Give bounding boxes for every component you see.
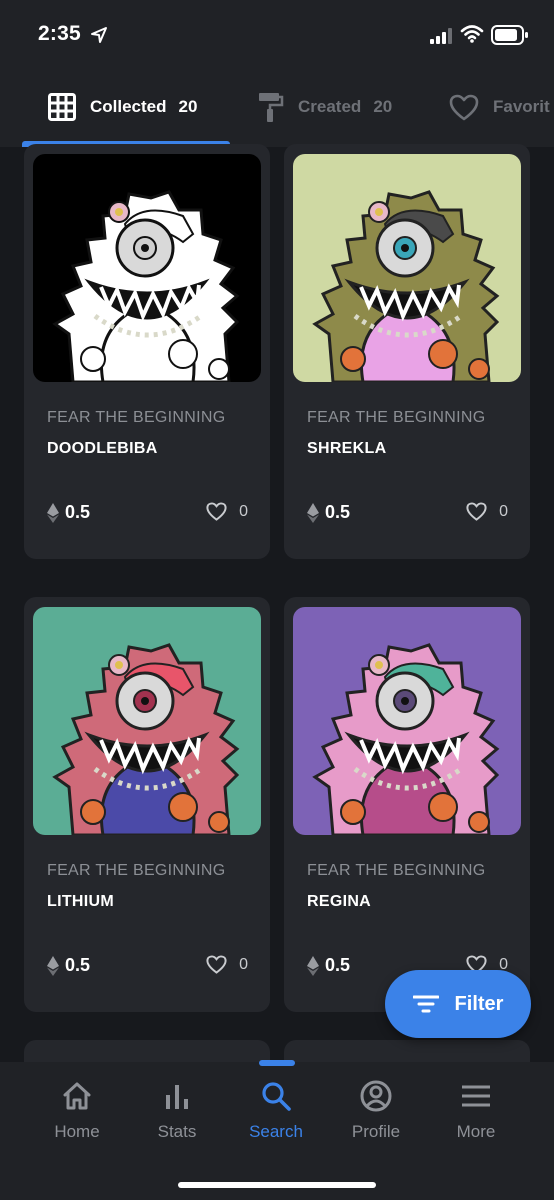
nft-card[interactable]: FEAR THE BEGINNING SHREKLA 0.5 0 xyxy=(284,144,530,559)
nav-more-label: More xyxy=(456,1122,496,1141)
status-time: 2:35 xyxy=(38,22,81,45)
nav-search[interactable]: Search xyxy=(231,1076,321,1146)
search-icon xyxy=(262,1082,291,1111)
nft-card[interactable]: FEAR THE BEGINNING DOODLEBIBA 0.5 0 xyxy=(24,144,270,559)
price-value: 0.5 xyxy=(325,502,351,522)
status-bar: 2:35 xyxy=(0,0,554,70)
nft-image xyxy=(293,607,521,835)
ethereum-icon xyxy=(307,955,319,976)
heart-icon xyxy=(466,502,487,521)
nft-name: SHREKLA xyxy=(307,440,387,457)
nav-stats-label: Stats xyxy=(157,1122,197,1141)
collection-name: FEAR THE BEGINNING xyxy=(307,862,486,879)
nav-more[interactable]: More xyxy=(431,1076,521,1146)
nft-image xyxy=(33,607,261,835)
monster-illustration xyxy=(33,607,261,835)
like-count: 0 xyxy=(499,502,508,520)
collection-name: FEAR THE BEGINNING xyxy=(47,409,226,426)
home-indicator xyxy=(178,1182,376,1188)
ethereum-icon xyxy=(47,502,59,523)
nft-name: DOODLEBIBA xyxy=(47,440,158,457)
nft-name: LITHIUM xyxy=(47,893,114,910)
tab-favorites-label: Favorit xyxy=(493,97,550,116)
heart-icon xyxy=(449,94,479,120)
collection-tabs: Collected 20 Created 20 Favorit xyxy=(0,70,554,147)
monster-illustration xyxy=(293,607,521,835)
profile-icon xyxy=(360,1080,392,1112)
wifi-icon xyxy=(460,25,484,43)
nav-stats[interactable]: Stats xyxy=(132,1076,222,1146)
nav-home-label: Home xyxy=(54,1122,100,1141)
nft-image xyxy=(33,154,261,382)
nft-card[interactable]: FEAR THE BEGINNING LITHIUM 0.5 0 xyxy=(24,597,270,1012)
cellular-signal-icon xyxy=(430,28,452,44)
like-button[interactable]: 0 xyxy=(206,502,248,521)
price-value: 0.5 xyxy=(325,955,351,975)
like-button[interactable]: 0 xyxy=(206,955,248,974)
price: 0.5 xyxy=(307,502,350,523)
price: 0.5 xyxy=(47,502,90,523)
ethereum-icon xyxy=(47,955,59,976)
grid-icon xyxy=(48,93,76,121)
like-count: 0 xyxy=(239,955,248,973)
location-arrow-icon xyxy=(91,27,107,43)
price: 0.5 xyxy=(307,955,350,976)
nav-search-label: Search xyxy=(249,1122,303,1141)
monster-illustration xyxy=(33,154,261,382)
tab-created-label: Created xyxy=(298,97,362,116)
nft-name: REGINA xyxy=(307,893,372,910)
active-nav-indicator xyxy=(259,1060,295,1066)
nav-profile[interactable]: Profile xyxy=(331,1076,421,1146)
battery-icon xyxy=(491,25,528,45)
price: 0.5 xyxy=(47,955,90,976)
tab-favorites[interactable]: Favorit xyxy=(449,70,550,144)
menu-icon xyxy=(462,1085,490,1107)
collection-name: FEAR THE BEGINNING xyxy=(307,409,486,426)
price-value: 0.5 xyxy=(65,955,91,975)
heart-icon xyxy=(206,502,227,521)
ethereum-icon xyxy=(307,502,319,523)
collection-name: FEAR THE BEGINNING xyxy=(47,862,226,879)
filter-button[interactable]: Filter xyxy=(385,970,531,1038)
monster-illustration xyxy=(293,154,521,382)
tab-collected-count: 20 xyxy=(178,97,198,116)
home-icon xyxy=(63,1082,91,1110)
tab-collected[interactable]: Collected 20 xyxy=(48,70,197,144)
nav-profile-label: Profile xyxy=(351,1122,401,1141)
tab-created[interactable]: Created 20 xyxy=(258,70,392,144)
filter-icon xyxy=(412,995,439,1013)
stats-icon xyxy=(166,1085,188,1109)
heart-icon xyxy=(206,955,227,974)
nft-card[interactable]: FEAR THE BEGINNING REGINA 0.5 0 xyxy=(284,597,530,1012)
paint-roller-icon xyxy=(259,93,284,122)
like-button[interactable]: 0 xyxy=(466,502,508,521)
filter-label: Filter xyxy=(454,992,504,1015)
nav-home[interactable]: Home xyxy=(32,1076,122,1146)
nft-image xyxy=(293,154,521,382)
tab-collected-label: Collected xyxy=(90,97,167,116)
price-value: 0.5 xyxy=(65,502,91,522)
like-count: 0 xyxy=(239,502,248,520)
tab-created-count: 20 xyxy=(373,97,393,116)
